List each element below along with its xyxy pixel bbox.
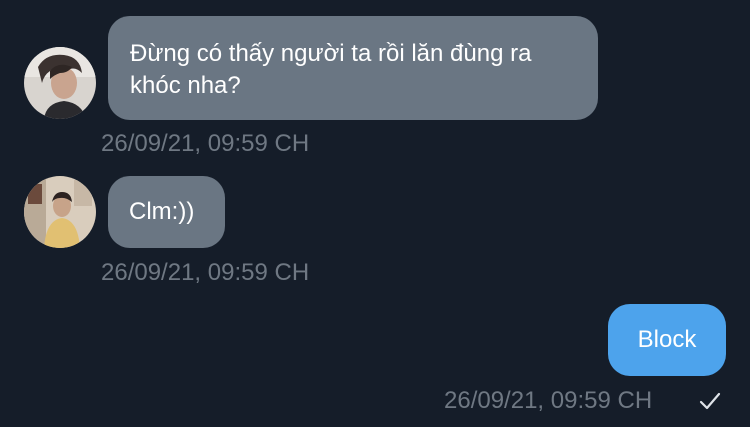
avatar[interactable] (24, 176, 96, 248)
message-timestamp: 26/09/21, 09:59 CH (101, 130, 310, 157)
message-text: Block (637, 326, 697, 353)
message-text: Đừng có thấy người ta rồi lăn đùng ra kh… (130, 40, 532, 99)
message-text: Clm:)) (129, 198, 195, 225)
avatar[interactable] (24, 47, 96, 119)
message-timestamp: 26/09/21, 09:59 CH (101, 259, 310, 286)
checkmark-icon (699, 392, 721, 410)
message-timestamp: 26/09/21, 09:59 CH (444, 387, 653, 414)
message-bubble[interactable]: Đừng có thấy người ta rồi lăn đùng ra kh… (108, 16, 598, 120)
message-bubble[interactable]: Clm:)) (108, 176, 225, 248)
message-bubble[interactable]: Block (608, 304, 726, 376)
